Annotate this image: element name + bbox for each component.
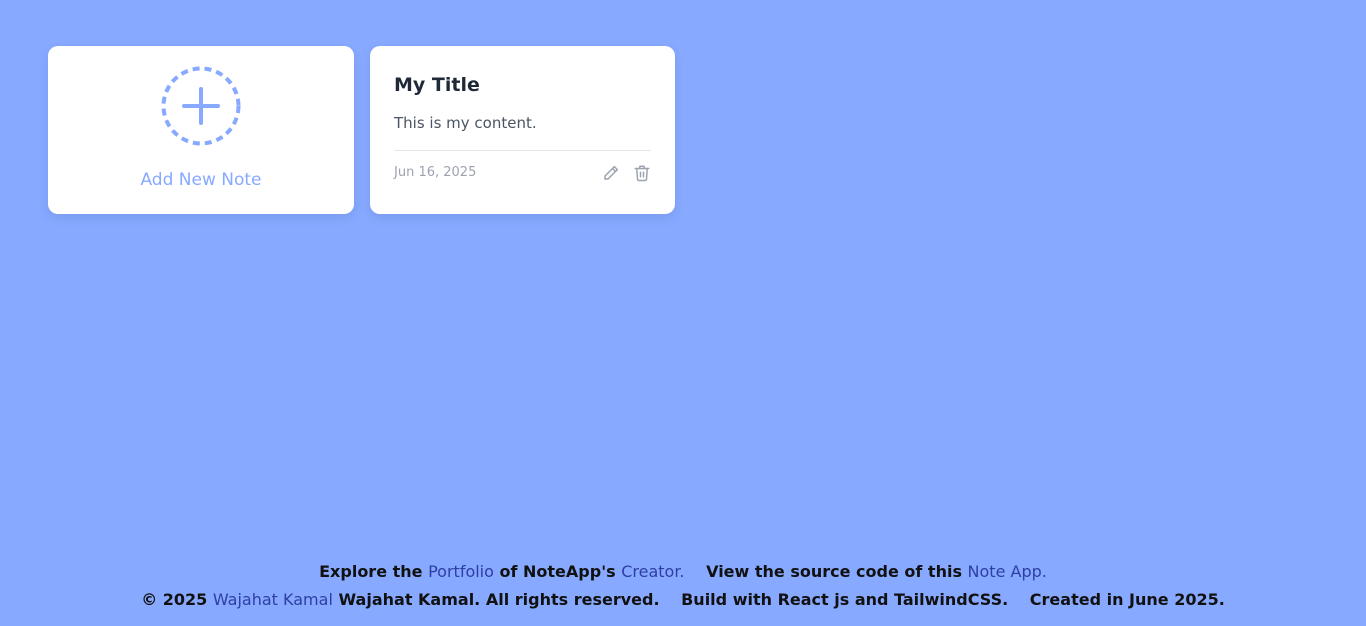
note-content: This is my content. — [394, 114, 537, 132]
portfolio-link[interactable]: Portfolio — [428, 562, 494, 581]
note-card: My Title This is my content. Jun 16, 202… — [370, 46, 675, 214]
footer-rights-text: Wajahat Kamal. All rights reserved. — [338, 590, 660, 609]
footer-line-1: Explore the Portfolio of NoteApp's Creat… — [0, 558, 1366, 586]
footer-copyright-prefix: © 2025 — [141, 590, 208, 609]
creator-link[interactable]: Creator. — [621, 562, 684, 581]
add-note-label[interactable]: Add New Note — [140, 170, 261, 190]
pencil-icon[interactable] — [601, 163, 620, 182]
note-title: My Title — [394, 74, 480, 96]
footer-line-2: © 2025 Wajahat Kamal Wajahat Kamal. All … — [0, 586, 1366, 614]
footer-source-prefix: View the source code of this — [706, 562, 962, 581]
trash-icon[interactable] — [632, 163, 651, 182]
footer-created-text: Created in June 2025. — [1029, 590, 1225, 609]
note-divider — [394, 150, 651, 151]
plus-circle-icon[interactable] — [161, 66, 241, 146]
footer-explore-prefix: Explore the — [319, 562, 423, 581]
footer-explore-middle: of NoteApp's — [499, 562, 616, 581]
footer-built-text: Build with React js and TailwindCSS. — [681, 590, 1009, 609]
source-code-link[interactable]: Note App. — [968, 562, 1047, 581]
footer: Explore the Portfolio of NoteApp's Creat… — [0, 558, 1366, 614]
note-actions — [601, 163, 651, 182]
add-note-card[interactable]: Add New Note — [48, 46, 354, 214]
note-date: Jun 16, 2025 — [394, 165, 477, 180]
author-link[interactable]: Wajahat Kamal — [213, 590, 333, 609]
note-footer: Jun 16, 2025 — [394, 163, 651, 182]
